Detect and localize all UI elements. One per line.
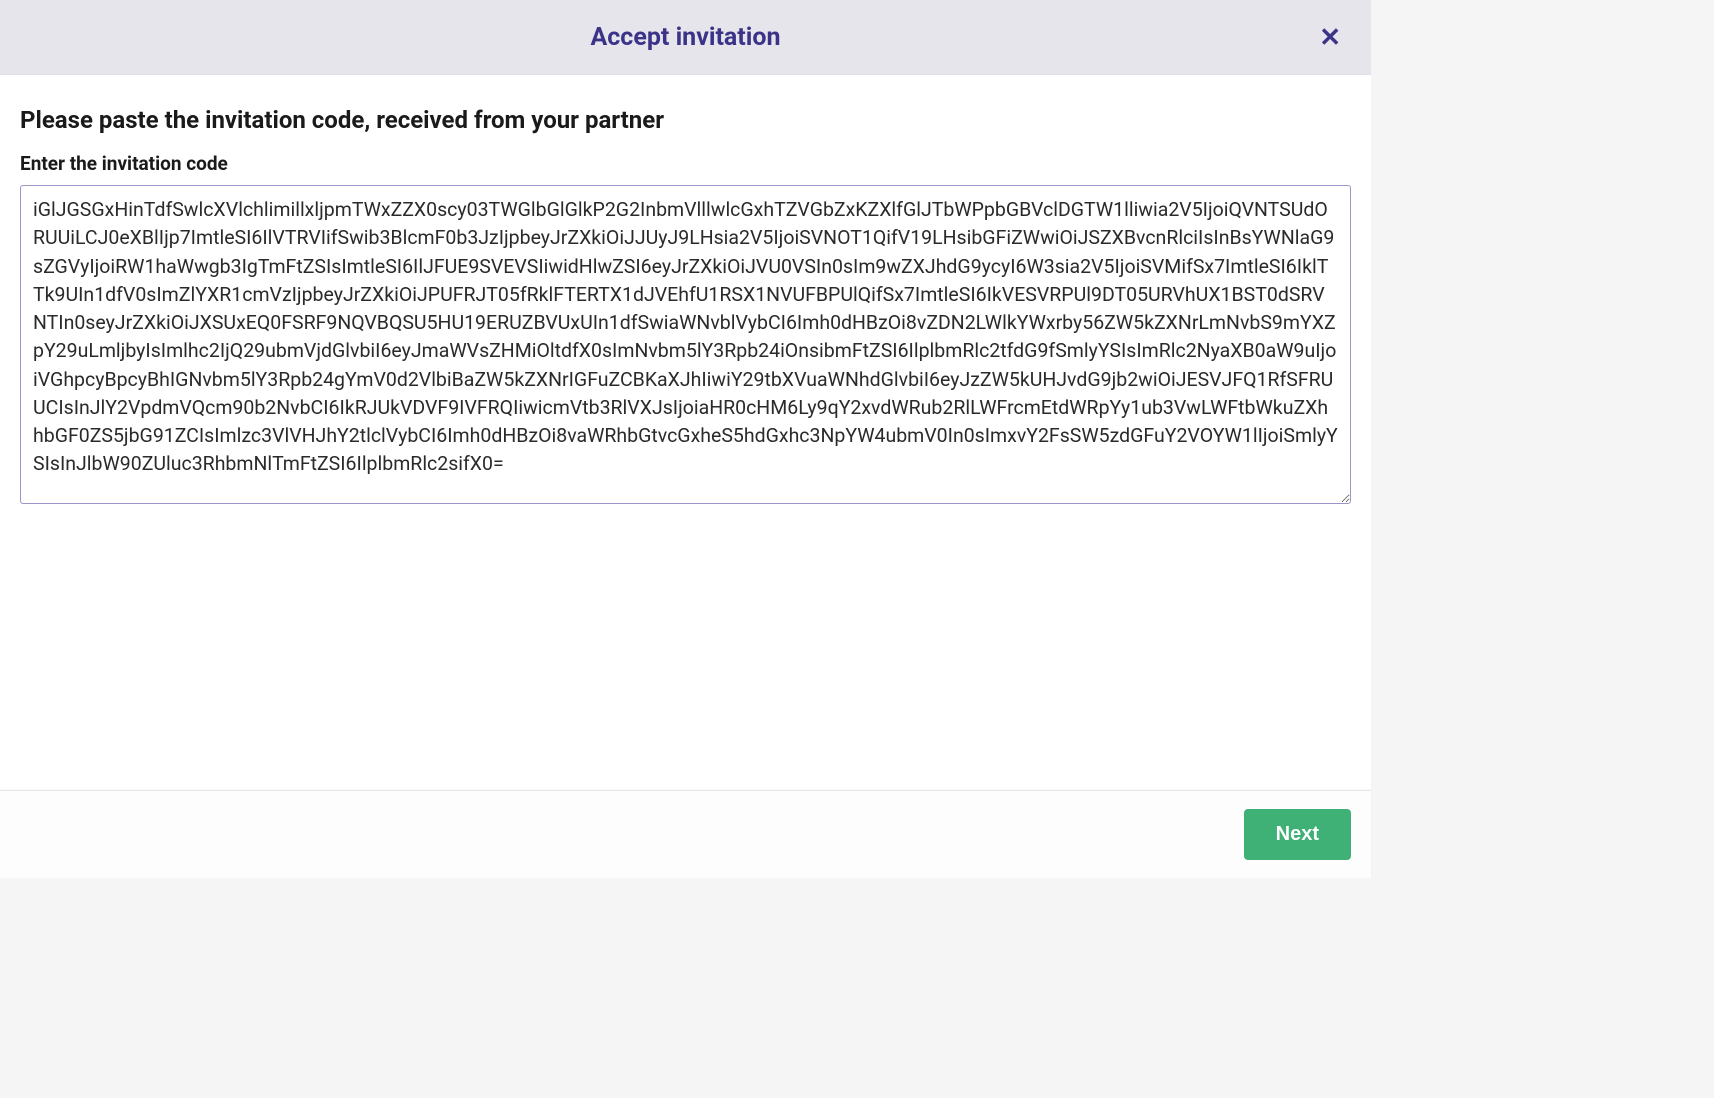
instruction-heading: Please paste the invitation code, receiv…: [20, 106, 1351, 134]
modal-body: Please paste the invitation code, receiv…: [0, 75, 1371, 790]
close-icon: ✕: [1319, 22, 1341, 52]
modal-title: Accept invitation: [590, 23, 780, 52]
accept-invitation-modal: Accept invitation ✕ Please paste the inv…: [0, 0, 1371, 878]
modal-header: Accept invitation ✕: [0, 0, 1371, 75]
invitation-code-input[interactable]: [20, 185, 1351, 504]
modal-footer: Next: [0, 790, 1371, 878]
next-button[interactable]: Next: [1244, 809, 1351, 860]
invitation-code-label: Enter the invitation code: [20, 152, 1351, 175]
close-button[interactable]: ✕: [1309, 18, 1351, 56]
